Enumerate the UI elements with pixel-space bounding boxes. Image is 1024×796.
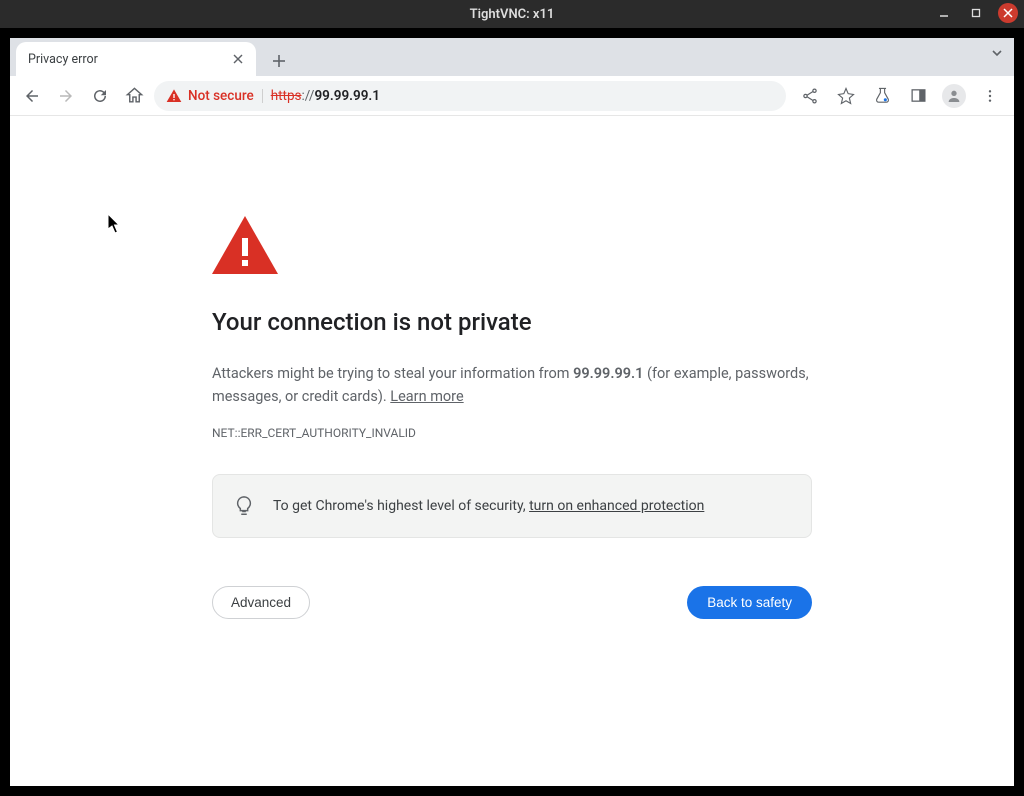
address-bar[interactable]: Not secure https://99.99.99.1 [154, 81, 786, 111]
error-code: NET::ERR_CERT_AUTHORITY_INVALID [212, 426, 812, 440]
back-to-safety-button[interactable]: Back to safety [687, 586, 812, 619]
tip-text: To get Chrome's highest level of securit… [273, 498, 704, 514]
forward-button[interactable] [52, 82, 80, 110]
page-content: Your connection is not private Attackers… [10, 116, 1014, 786]
window-close-button[interactable] [998, 3, 1018, 23]
share-button[interactable] [798, 84, 822, 108]
tab-list-dropdown[interactable] [990, 46, 1004, 60]
reload-button[interactable] [86, 82, 114, 110]
page-headline: Your connection is not private [212, 308, 812, 336]
window-minimize-button[interactable] [934, 3, 954, 23]
side-panel-button[interactable] [906, 84, 930, 108]
warning-triangle-icon [166, 88, 182, 104]
back-button[interactable] [18, 82, 46, 110]
security-indicator[interactable]: Not secure [166, 88, 254, 104]
enhanced-protection-tip: To get Chrome's highest level of securit… [212, 474, 812, 538]
omnibox-separator [262, 89, 263, 103]
close-tab-button[interactable] [230, 51, 246, 67]
learn-more-link[interactable]: Learn more [390, 388, 463, 405]
tab-strip: Privacy error [10, 38, 1014, 76]
profile-avatar[interactable] [942, 84, 966, 108]
warn-host: 99.99.99.1 [573, 365, 643, 382]
window-titlebar: TightVNC: x11 [0, 0, 1024, 28]
browser-tab[interactable]: Privacy error [16, 42, 256, 76]
bookmark-button[interactable] [834, 84, 858, 108]
enhanced-protection-link[interactable]: turn on enhanced protection [529, 498, 704, 514]
warning-triangle-icon [212, 216, 812, 274]
lightbulb-icon [233, 495, 255, 517]
advanced-button[interactable]: Advanced [212, 586, 310, 619]
interstitial-buttons: Advanced Back to safety [212, 586, 812, 619]
window-controls [934, 3, 1018, 23]
url-separator: :// [302, 88, 315, 104]
browser-toolbar: Not secure https://99.99.99.1 [10, 76, 1014, 116]
security-label: Not secure [188, 88, 254, 104]
url-host: 99.99.99.1 [314, 88, 380, 104]
toolbar-right-cluster [798, 84, 1002, 108]
home-button[interactable] [120, 82, 148, 110]
warning-paragraph: Attackers might be trying to steal your … [212, 362, 812, 408]
tip-pre: To get Chrome's highest level of securit… [273, 498, 529, 514]
tab-title: Privacy error [28, 52, 98, 67]
url-protocol: https [271, 88, 302, 104]
window-maximize-button[interactable] [966, 3, 986, 23]
url-text: https://99.99.99.1 [271, 88, 380, 104]
warn-text-pre: Attackers might be trying to steal your … [212, 365, 573, 382]
new-tab-button[interactable] [264, 46, 294, 76]
window-title: TightVNC: x11 [470, 7, 555, 22]
browser-menu-button[interactable] [978, 84, 1002, 108]
extensions-labs-icon[interactable] [870, 84, 894, 108]
